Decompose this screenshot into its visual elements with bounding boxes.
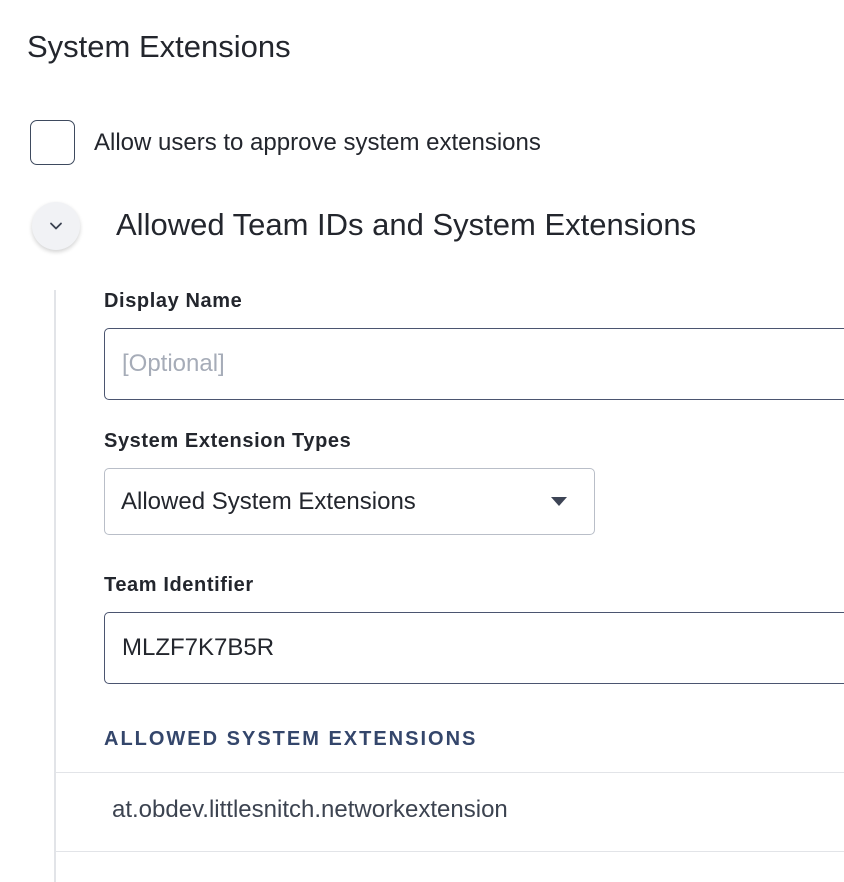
extension-types-label: System Extension Types: [104, 430, 352, 452]
display-name-label: Display Name: [104, 290, 243, 312]
group-divider: [54, 290, 56, 882]
list-divider: [56, 851, 844, 852]
list-item[interactable]: at.obdev.littlesnitch.networkextension: [112, 796, 508, 824]
extension-types-select[interactable]: Allowed System Extensions: [104, 468, 595, 535]
allow-users-row: Allow users to approve system extensions: [30, 120, 541, 165]
team-identifier-input[interactable]: [104, 612, 844, 684]
team-identifier-label: Team Identifier: [104, 574, 254, 596]
allow-users-checkbox[interactable]: [30, 120, 75, 165]
system-extensions-panel: System Extensions Allow users to approve…: [0, 0, 844, 882]
allow-users-label[interactable]: Allow users to approve system extensions: [94, 129, 541, 157]
group-title: Allowed Team IDs and System Extensions: [116, 207, 697, 242]
display-name-input[interactable]: [104, 328, 844, 400]
extension-types-value: Allowed System Extensions: [121, 487, 416, 515]
collapse-toggle-button[interactable]: [32, 202, 80, 250]
list-divider: [56, 772, 844, 773]
chevron-down-icon: [50, 222, 62, 230]
allowed-extensions-header: ALLOWED SYSTEM EXTENSIONS: [104, 728, 478, 750]
section-title: System Extensions: [27, 29, 291, 64]
caret-down-icon: [551, 497, 567, 506]
